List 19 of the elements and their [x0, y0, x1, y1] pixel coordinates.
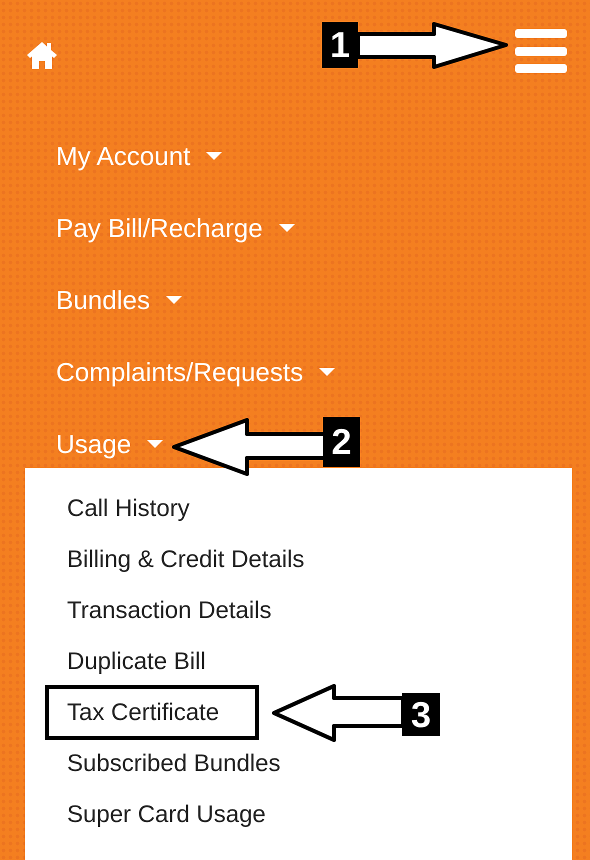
- submenu-item[interactable]: Tax Certificate: [45, 685, 260, 740]
- caret-icon: [147, 440, 164, 448]
- submenu-item[interactable]: Super Card Usage: [45, 789, 288, 840]
- submenu-item[interactable]: Transaction Details: [45, 585, 294, 636]
- caret-icon: [166, 296, 182, 304]
- arrow-icon: [272, 684, 405, 742]
- caret-icon: [278, 224, 295, 232]
- submenu-item[interactable]: Subscribed Bundles: [45, 738, 302, 789]
- submenu-item[interactable]: Billing & Credit Details: [45, 534, 326, 585]
- number-badge: 1: [322, 22, 358, 68]
- number-badge: 2: [323, 417, 360, 467]
- menu-icon[interactable]: [515, 29, 567, 73]
- caret-icon: [319, 368, 336, 376]
- submenu-item[interactable]: Call History: [45, 483, 212, 534]
- home-icon[interactable]: [26, 40, 58, 70]
- submenu-item[interactable]: Duplicate Bill: [45, 636, 228, 687]
- arrow-icon: [356, 22, 508, 69]
- number-badge: 3: [402, 693, 440, 736]
- caret-icon: [206, 152, 222, 160]
